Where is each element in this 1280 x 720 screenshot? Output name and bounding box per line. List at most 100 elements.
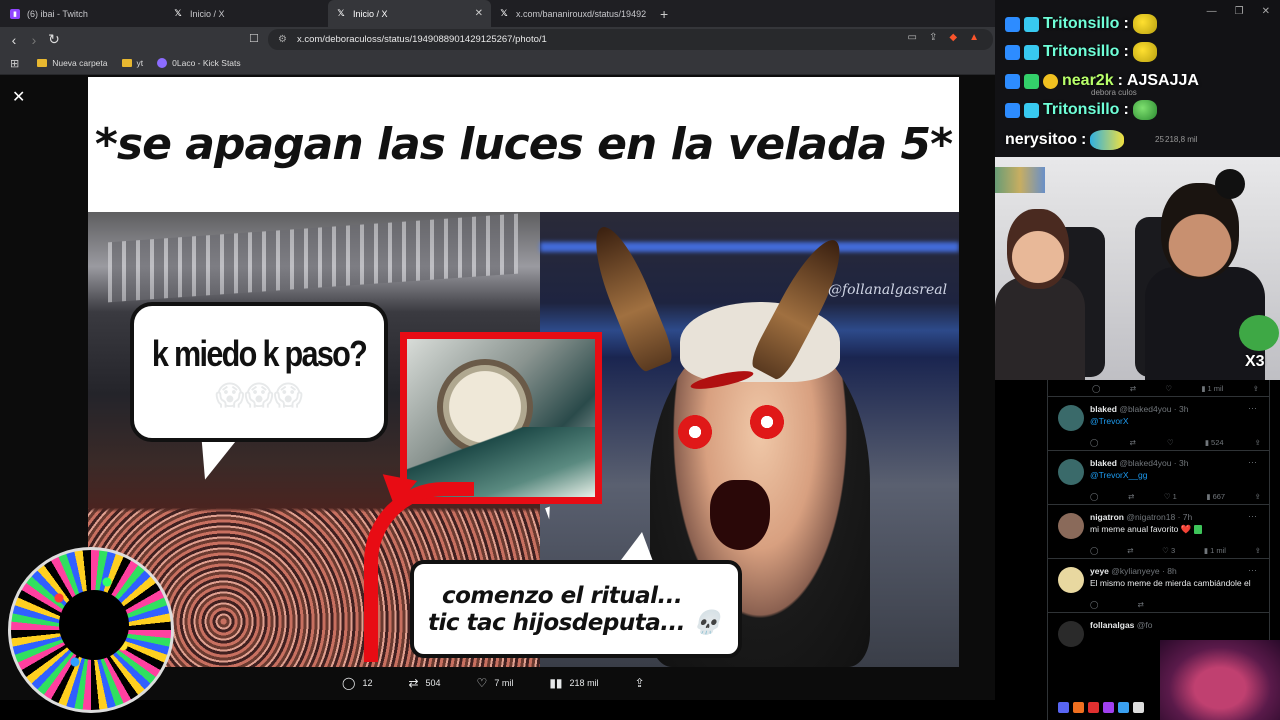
tray-app-icon[interactable] [1073, 702, 1084, 713]
steam-icon[interactable] [1118, 702, 1129, 713]
reply-text[interactable]: @TrevorX [1090, 415, 1261, 428]
avatar[interactable] [1058, 513, 1084, 539]
pepe-emote-icon [1132, 100, 1157, 120]
bookmark-yt[interactable]: yt [121, 58, 143, 68]
share-icon[interactable]: ⇪ [1255, 438, 1261, 447]
meme-image[interactable]: *se apagan las luces en la velada 5* @fo… [88, 77, 959, 667]
views-metric[interactable]: ▮ 1 mil [1201, 384, 1223, 393]
share-icon[interactable]: ⇪ [1253, 384, 1259, 393]
meme-caption-text: *se apagan las luces en la velada 5* [94, 119, 953, 170]
badge-icon [1043, 73, 1058, 89]
close-viewer-icon[interactable]: ✕ [12, 87, 25, 107]
reply-icon[interactable]: ◯ [1090, 546, 1098, 555]
back-icon[interactable]: ‹ [4, 32, 24, 48]
reply-handle[interactable]: @fo [1137, 620, 1153, 630]
apps-grid-icon[interactable]: ⊞ [10, 57, 19, 70]
reply-text[interactable]: @TrevorX__gg [1090, 469, 1261, 482]
avatar[interactable] [1058, 567, 1084, 593]
tab-inicio-active[interactable]: 𝕏 Inicio / X ✕ [328, 0, 491, 27]
tray-app-icon[interactable] [1103, 702, 1114, 713]
close-tab-icon[interactable]: ✕ [475, 8, 483, 19]
twitch-icon: ▮ [10, 8, 20, 19]
repost-button[interactable]: ⇄ 504 [408, 676, 440, 690]
chat-line: near2k : AJSAJJA [1005, 72, 1199, 90]
share-icon[interactable]: ⇪ [1255, 546, 1261, 555]
reply-header: follanalgas @fo [1090, 620, 1261, 630]
like-metric[interactable]: ♡ 1 [1164, 492, 1177, 501]
heart-icon[interactable]: ♡ [1165, 384, 1172, 393]
reply-handle[interactable]: @blaked4you [1119, 458, 1171, 468]
tab-inicio-1[interactable]: 𝕏 Inicio / X [165, 0, 328, 27]
share-icon[interactable]: ⇪ [929, 32, 937, 43]
chat-line: Tritonsillo : [1005, 42, 1157, 62]
reply-name[interactable]: blaked [1090, 458, 1117, 468]
repost-icon[interactable]: ⇄ [1130, 384, 1136, 393]
reply-item[interactable]: blaked @blaked4you · 3h ··· @TrevorX__gg… [1048, 450, 1269, 504]
reply-time: 3h [1179, 458, 1189, 468]
reply-button[interactable]: ◯ 12 [342, 676, 372, 690]
webcam-feed: X3 [995, 157, 1280, 380]
more-icon[interactable]: ··· [1248, 511, 1257, 521]
behind-post-time: 25 [1155, 135, 1164, 144]
avatar[interactable] [1058, 621, 1084, 647]
bookmark-icon[interactable]: ☐ [249, 32, 259, 45]
share-button[interactable]: ⇪ [635, 676, 645, 690]
repost-icon[interactable]: ⇄ [1130, 438, 1136, 447]
repost-icon[interactable]: ⇄ [1127, 546, 1133, 555]
reply-item[interactable]: blaked @blaked4you · 3h ··· @TrevorX ◯ ⇄… [1048, 396, 1269, 450]
view-count: 1 mil [1207, 383, 1224, 393]
maximize-icon[interactable]: ❐ [1235, 6, 1244, 17]
address-bar[interactable]: ⚙ x.com/deboraculoss/status/194908890142… [268, 29, 993, 50]
site-settings-icon[interactable]: ⚙ [278, 34, 287, 45]
new-tab-icon[interactable]: + [660, 6, 668, 22]
chat-username: Tritonsillo [1043, 15, 1120, 32]
views-button[interactable]: ▮▮ 218 mil [549, 676, 598, 690]
more-icon[interactable]: ··· [1248, 565, 1257, 575]
views-metric[interactable]: ▮ 667 [1206, 492, 1225, 501]
minimize-icon[interactable]: — [1207, 6, 1217, 17]
repost-icon[interactable]: ⇄ [1128, 492, 1134, 501]
reply-name[interactable]: yeye [1090, 566, 1109, 576]
reply-name[interactable]: nigatron [1090, 512, 1124, 522]
reply-handle[interactable]: @blaked4you [1119, 404, 1171, 414]
forward-icon[interactable]: › [24, 32, 44, 48]
tray-app-icon[interactable] [1088, 702, 1099, 713]
close-window-icon[interactable]: ✕ [1262, 6, 1270, 17]
reply-name[interactable]: blaked [1090, 404, 1117, 414]
reply-handle[interactable]: @kylianyeye [1111, 566, 1159, 576]
url-text: x.com/deboraculoss/status/19490889014291… [296, 34, 547, 45]
cast-icon[interactable]: ▭ [908, 32, 917, 43]
reply-item[interactable]: follanalgas @fo [1048, 612, 1269, 647]
reply-handle[interactable]: @nigatron18 [1126, 512, 1175, 522]
like-metric[interactable]: ♡ 3 [1162, 546, 1175, 555]
brave-shield-icon[interactable]: ◆ [949, 32, 957, 43]
tab-bananirou[interactable]: 𝕏 x.com/bananirouxd/status/19492330 [491, 0, 654, 27]
views-metric[interactable]: ▮ 1 mil [1204, 546, 1226, 555]
reply-item[interactable]: yeye @kylianyeye · 8h ··· El mismo meme … [1048, 558, 1269, 612]
tab-twitch[interactable]: ▮ (6) ibai - Twitch [2, 0, 165, 27]
reply-name[interactable]: follanalgas [1090, 620, 1134, 630]
reply-icon[interactable]: ◯ [1090, 492, 1098, 501]
person-left-body [995, 277, 1085, 380]
more-icon[interactable]: ··· [1248, 457, 1257, 467]
reply-icon[interactable]: ◯ [1090, 600, 1098, 609]
reload-icon[interactable]: ↻ [44, 31, 64, 48]
avatar[interactable] [1058, 459, 1084, 485]
bookmark-nueva-carpeta[interactable]: Nueva carpeta [37, 58, 108, 68]
views-metric[interactable]: ▮ 524 [1205, 438, 1224, 447]
like-button[interactable]: ♡ 7 mil [477, 676, 514, 690]
reply-icon[interactable]: ◯ [1090, 438, 1098, 447]
reply-item[interactable]: nigatron @nigatron18 · 7h ··· mi meme an… [1048, 504, 1269, 558]
tray-app-icon[interactable] [1133, 702, 1144, 713]
discord-icon[interactable] [1058, 702, 1069, 713]
repost-icon[interactable]: ⇄ [1137, 600, 1143, 609]
avatar[interactable] [1058, 405, 1084, 431]
brave-rewards-icon[interactable]: ▲ [969, 32, 979, 43]
multiplier-label: X3 [1245, 353, 1265, 370]
bookmark-kick-stats[interactable]: 0Laco - Kick Stats [157, 58, 241, 68]
share-icon[interactable]: ⇪ [1255, 492, 1261, 501]
reply-icon[interactable]: ◯ [1092, 384, 1100, 393]
heart-icon[interactable]: ♡ [1167, 438, 1174, 447]
more-icon[interactable]: ··· [1248, 403, 1257, 413]
glowing-eye-right [750, 405, 784, 439]
